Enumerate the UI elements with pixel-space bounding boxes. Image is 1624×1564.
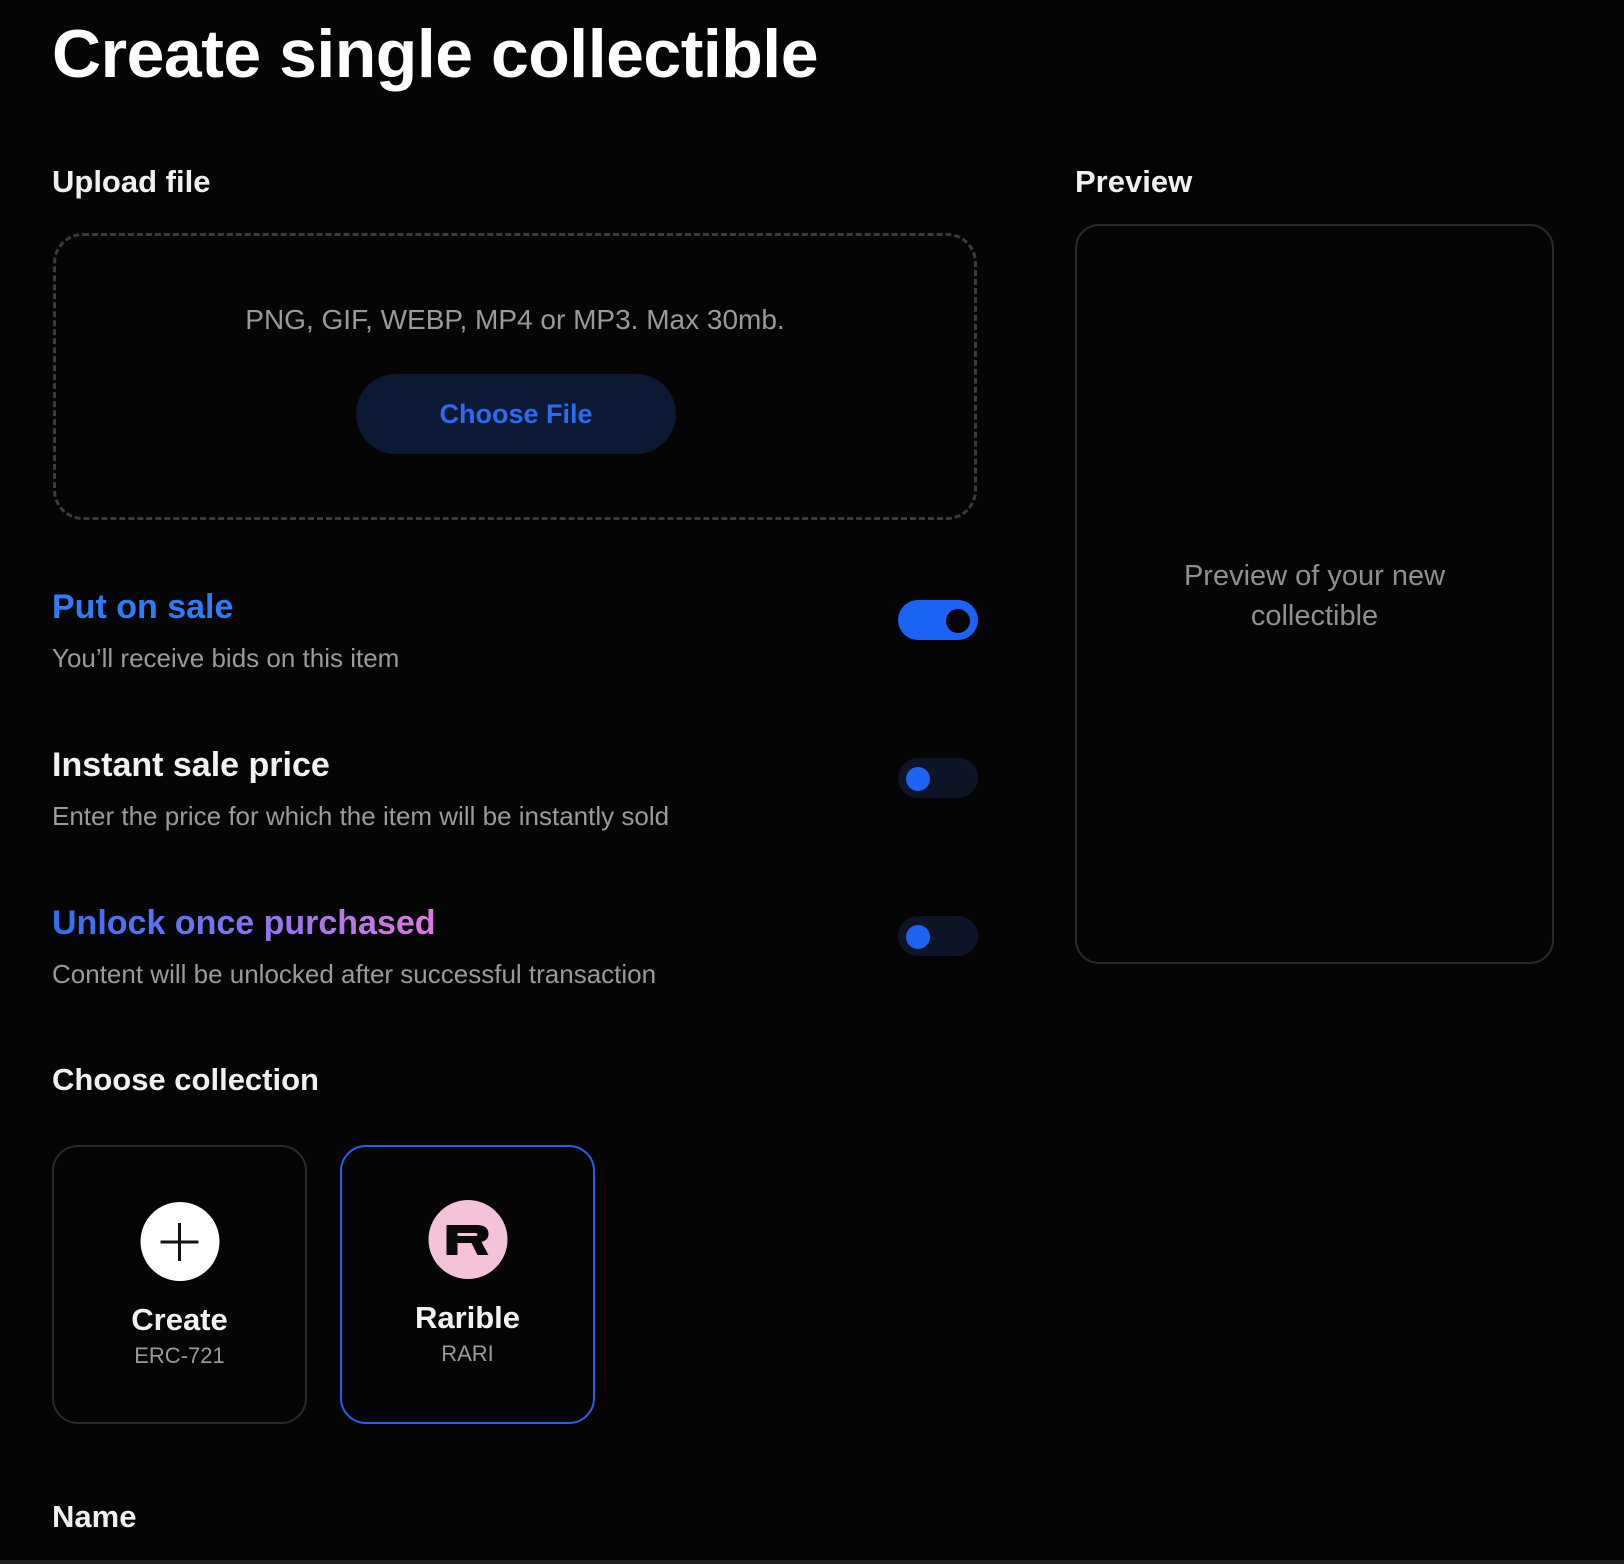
plus-icon [140,1202,219,1281]
preview-label: Preview [1075,164,1193,199]
instant-sale-price-description: Enter the price for which the item will … [52,801,670,831]
collection-standard: ERC-721 [134,1343,225,1368]
preview-placeholder-text: Preview of your new collectible [1183,560,1446,633]
put-on-sale-title: Put on sale [52,588,234,626]
preview-panel: Preview of your new collectible [1075,224,1554,964]
toggle-knob [906,925,930,949]
choose-file-button[interactable]: Choose File [356,374,676,454]
unlock-once-purchased-toggle[interactable] [898,916,978,956]
instant-sale-price-toggle[interactable] [898,758,978,798]
page-title: Create single collectible [52,16,819,92]
collection-name: Rarible [414,1300,521,1335]
upload-file-label: Upload file [52,164,211,199]
put-on-sale-description: You’ll receive bids on this item [52,643,400,673]
collection-create-card[interactable]: Create ERC-721 [52,1145,307,1424]
unlock-once-purchased-description: Content will be unlocked after successfu… [52,959,657,989]
collection-symbol: RARI [441,1341,494,1366]
choose-collection-label: Choose collection [52,1062,319,1097]
collection-name: Create [131,1302,228,1337]
unlock-once-purchased-title: Unlock once purchased [52,904,436,942]
put-on-sale-toggle[interactable] [898,600,978,640]
toggle-knob [906,767,930,791]
instant-sale-price-title: Instant sale price [52,746,330,784]
create-collectible-page: Create single collectible Upload file PN… [0,0,1624,1564]
upload-dropzone[interactable]: PNG, GIF, WEBP, MP4 or MP3. Max 30mb. Ch… [53,233,977,520]
upload-format-hint: PNG, GIF, WEBP, MP4 or MP3. Max 30mb. [245,304,785,335]
divider [0,1560,1624,1564]
collection-rarible-card[interactable]: Rarible RARI [340,1145,595,1424]
toggle-knob [946,609,970,633]
name-field-label: Name [52,1499,137,1534]
rarible-logo-icon [428,1200,507,1279]
